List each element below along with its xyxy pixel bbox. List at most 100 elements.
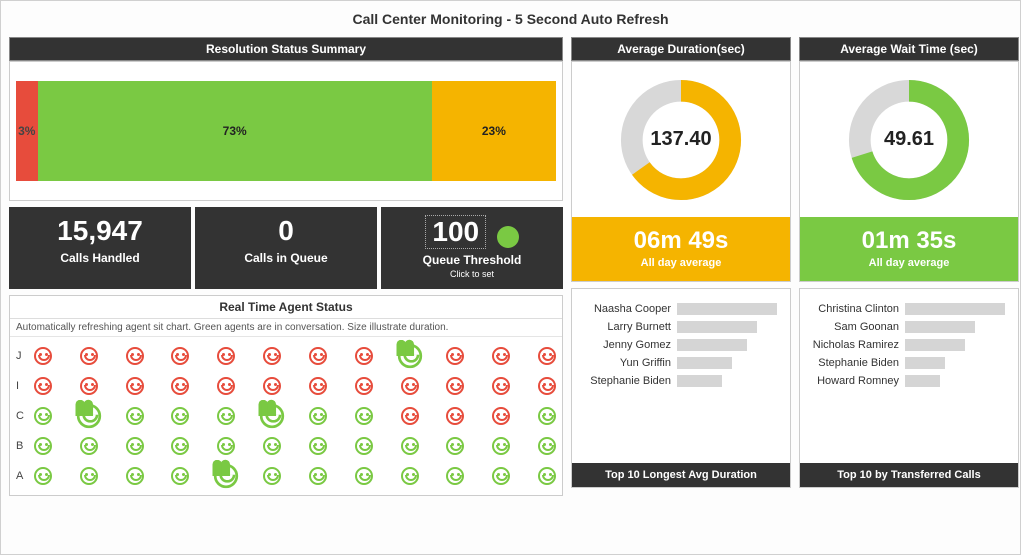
agent-headset-icon[interactable] [260,404,284,428]
queue-threshold-value[interactable]: 100 [425,215,486,249]
duration-big: 06m 49s [572,227,790,255]
agent-face-icon[interactable] [492,347,510,365]
list-item-bar [677,375,722,387]
agent-face-icon[interactable] [309,407,327,425]
list-item-bar [677,321,757,333]
agent-face-icon[interactable] [355,467,373,485]
agent-face-icon[interactable] [126,347,144,365]
agent-face-icon[interactable] [309,437,327,455]
agent-face-icon[interactable] [80,377,98,395]
top-transfer-card: Christina ClintonSam GoonanNicholas Rami… [799,288,1019,488]
agent-face-icon[interactable] [355,347,373,365]
list-item-name: Sam Goonan [810,321,905,333]
resolution-segment: 73% [38,81,432,181]
list-item-name: Jenny Gomez [582,339,677,351]
duration-small: All day average [572,257,790,269]
agent-face-icon[interactable] [80,347,98,365]
agent-face-icon[interactable] [263,467,281,485]
agent-face-icon[interactable] [263,437,281,455]
agent-face-icon[interactable] [446,467,464,485]
agent-face-icon[interactable] [217,347,235,365]
agent-face-icon[interactable] [34,467,52,485]
agent-face-icon[interactable] [446,407,464,425]
agent-face-icon[interactable] [492,467,510,485]
duration-card: 137.40 06m 49s All day average [571,61,791,282]
agent-face-icon[interactable] [401,467,419,485]
list-item: Sam Goonan [810,321,1008,333]
agent-face-icon[interactable] [171,377,189,395]
list-item: Christina Clinton [810,303,1008,315]
agent-title: Real Time Agent Status [10,296,562,319]
agent-face-icon[interactable] [355,377,373,395]
agent-face-icon[interactable] [171,347,189,365]
agent-face-icon[interactable] [538,347,556,365]
agent-face-icon[interactable] [492,377,510,395]
status-dot-icon [497,226,519,248]
resolution-bar: 3%73%23% [9,61,563,201]
agent-face-icon[interactable] [217,437,235,455]
agent-face-icon[interactable] [446,347,464,365]
agent-face-icon[interactable] [126,467,144,485]
list-item-name: Howard Romney [810,375,905,387]
agent-face-icon[interactable] [34,437,52,455]
agent-headset-icon[interactable] [214,464,238,488]
right-column: Average Wait Time (sec) 49.61 01m 35s Al… [799,37,1019,496]
agent-face-icon[interactable] [538,377,556,395]
list-item-name: Naasha Cooper [582,303,677,315]
agent-face-icon[interactable] [171,467,189,485]
agent-face-icon[interactable] [538,437,556,455]
page-title: Call Center Monitoring - 5 Second Auto R… [1,1,1020,37]
agent-face-icon[interactable] [34,407,52,425]
agent-face-icon[interactable] [80,467,98,485]
threshold-row: 100 [385,215,559,249]
agent-face-icon[interactable] [446,377,464,395]
agent-face-icon[interactable] [309,377,327,395]
list-item-name: Yun Griffin [582,357,677,369]
calls-handled-value: 15,947 [13,215,187,247]
agent-face-icon[interactable] [126,407,144,425]
agent-face-icon[interactable] [34,347,52,365]
list-item-name: Stephanie Biden [582,375,677,387]
agent-face-icon[interactable] [355,407,373,425]
agent-face-icon[interactable] [492,437,510,455]
list-item-bar [905,321,975,333]
agent-face-icon[interactable] [538,467,556,485]
queue-threshold-label: Queue Threshold [385,253,559,267]
agent-face-icon[interactable] [355,437,373,455]
agent-face-icon[interactable] [217,377,235,395]
duration-footer: 06m 49s All day average [572,217,790,281]
queue-threshold-metric[interactable]: 100 Queue Threshold Click to set [381,207,563,289]
agent-face-icon[interactable] [34,377,52,395]
agent-face-icon[interactable] [538,407,556,425]
agent-face-icon[interactable] [401,377,419,395]
agent-face-icon[interactable] [171,407,189,425]
agent-face-icon[interactable] [263,377,281,395]
list-item-bar [905,303,1005,315]
agent-face-icon[interactable] [401,437,419,455]
agent-row-label: I [16,380,34,392]
list-item-bar [677,303,777,315]
agent-face-icon[interactable] [446,437,464,455]
agent-panel: Real Time Agent Status Automatically ref… [9,295,563,496]
wait-header: Average Wait Time (sec) [799,37,1019,61]
agent-face-icon[interactable] [309,467,327,485]
agent-face-icon[interactable] [217,407,235,425]
dashboard: Call Center Monitoring - 5 Second Auto R… [0,0,1021,555]
agent-face-icon[interactable] [171,437,189,455]
agent-headset-icon[interactable] [397,344,421,368]
agent-headset-icon[interactable] [77,404,101,428]
agent-face-icon[interactable] [309,347,327,365]
top-transfer-footer: Top 10 by Transferred Calls [800,463,1018,487]
agent-face-icon[interactable] [263,347,281,365]
list-item: Stephanie Biden [582,375,780,387]
calls-queue-label: Calls in Queue [199,251,373,265]
agent-face-icon[interactable] [80,437,98,455]
agent-face-icon[interactable] [126,437,144,455]
agent-face-icon[interactable] [401,407,419,425]
calls-queue-value: 0 [199,215,373,247]
agent-face-icon[interactable] [492,407,510,425]
duration-value: 137.40 [650,128,711,151]
middle-column: Average Duration(sec) 137.40 06m 49s All… [571,37,791,496]
list-item-bar [905,357,945,369]
agent-face-icon[interactable] [126,377,144,395]
